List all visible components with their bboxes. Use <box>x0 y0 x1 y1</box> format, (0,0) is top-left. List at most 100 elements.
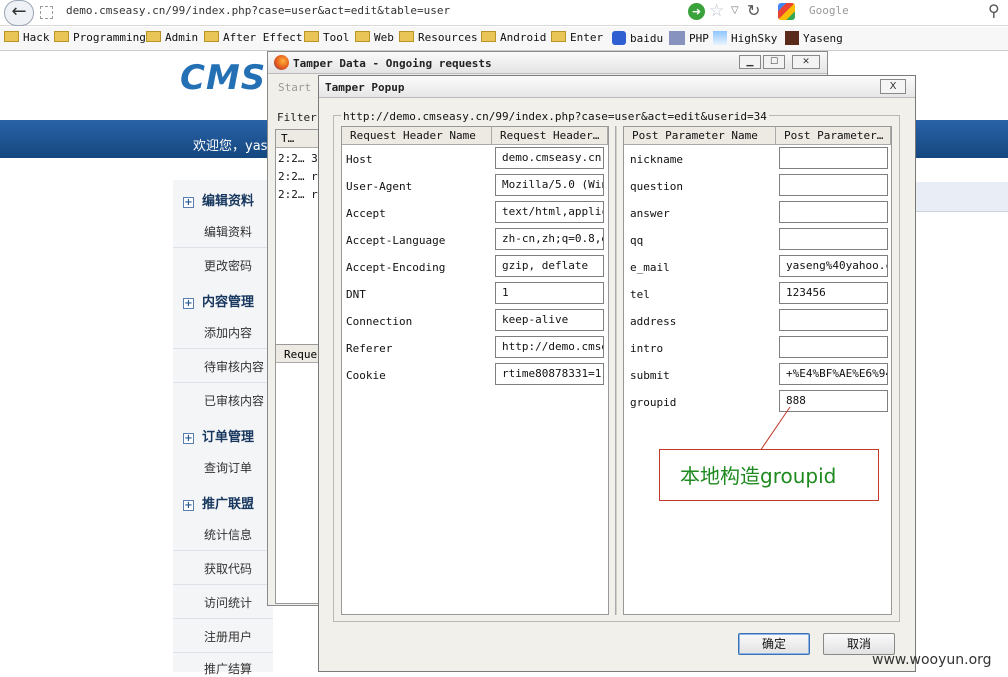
groupid-value-field[interactable]: 888 <box>779 390 888 412</box>
bookmark-folder-resources[interactable]: Resources <box>399 31 478 44</box>
folder-icon <box>355 31 370 42</box>
header-value-field[interactable]: zh-cn,zh;q=0.8,en <box>495 228 604 250</box>
menu-item-add-content[interactable]: 添加内容 <box>204 324 252 341</box>
post-value-column[interactable]: Post Parameter… <box>776 127 891 145</box>
ok-button[interactable]: 确定 <box>738 633 810 655</box>
bookmark-folder-android[interactable]: Android <box>481 31 546 44</box>
tamper-data-titlebar: Tamper Data - Ongoing requests ▁ ☐ ✕ <box>268 52 827 74</box>
request-row[interactable]: 2:2… r <box>278 188 318 201</box>
post-param-value-field[interactable] <box>779 201 888 223</box>
folder-icon <box>481 31 496 42</box>
bookmark-folder-web[interactable]: Web <box>355 31 394 44</box>
header-value-field[interactable]: gzip, deflate <box>495 255 604 277</box>
bookmarks-bar: Hack Programming Admin After Effect Tool… <box>0 27 1008 51</box>
go-arrow-icon[interactable]: ➜ <box>688 3 705 20</box>
header-value-column[interactable]: Request Header… <box>492 127 608 145</box>
google-logo-icon <box>778 3 795 20</box>
header-value-field[interactable]: Mozilla/5.0 (Wind <box>495 174 604 196</box>
bookmark-folder-programming[interactable]: Programming <box>54 31 146 44</box>
menu-item-query-orders[interactable]: 查询订单 <box>204 459 252 476</box>
menu-divider <box>173 550 273 551</box>
panel-splitter[interactable] <box>615 126 617 615</box>
post-param-value-field[interactable] <box>779 336 888 358</box>
menu-item-edit-profile[interactable]: 编辑资料 <box>204 223 252 240</box>
chevron-down-icon[interactable]: ▽ <box>731 5 739 16</box>
post-param-value-field[interactable]: +%E4%BF%AE%E6%94%9 <box>779 363 888 385</box>
menu-divider <box>173 348 273 349</box>
request-row[interactable]: 2:2… 3 <box>278 152 318 165</box>
reload-icon[interactable]: ↻ <box>747 1 760 20</box>
bookmark-folder-admin[interactable]: Admin <box>146 31 198 44</box>
folder-icon <box>54 31 69 42</box>
menu-divider <box>173 247 273 248</box>
back-arrow-icon[interactable]: ← <box>4 0 34 26</box>
bookmark-php[interactable]: PHP <box>669 31 709 45</box>
request-row[interactable]: 2:2… r <box>278 170 318 183</box>
menu-header-edit-profile[interactable]: + 编辑资料 <box>183 190 254 209</box>
folder-icon <box>304 31 319 42</box>
post-param-value-field[interactable] <box>779 309 888 331</box>
request-url: http://demo.cmseasy.cn/99/index.php?case… <box>341 110 769 123</box>
header-name: Accept <box>346 207 386 220</box>
menu-item-settlement[interactable]: 推广结算 <box>204 660 252 677</box>
yaseng-icon <box>785 31 799 45</box>
bookmark-folder-tool[interactable]: Tool <box>304 31 350 44</box>
bookmark-folder-enter[interactable]: Enter <box>551 31 603 44</box>
post-param-value-field[interactable] <box>779 147 888 169</box>
highsky-icon <box>713 31 727 45</box>
bookmark-folder-after-effect[interactable]: After Effect <box>204 31 302 44</box>
menu-header-affiliate[interactable]: + 推广联盟 <box>183 493 254 512</box>
header-value-field[interactable]: text/html,applica <box>495 201 604 223</box>
post-param-value-field[interactable]: yaseng%40yahoo.cn <box>779 255 888 277</box>
post-param-value-field[interactable] <box>779 228 888 250</box>
bookmark-star-icon[interactable]: ☆ <box>709 1 724 21</box>
menu-header-orders[interactable]: + 订单管理 <box>183 426 254 445</box>
maximize-icon[interactable]: ☐ <box>763 55 785 69</box>
search-input[interactable]: Google <box>809 4 849 17</box>
header-name: User-Agent <box>346 180 413 193</box>
menu-item-get-code[interactable]: 获取代码 <box>204 560 252 577</box>
filter-label: Filter <box>277 111 317 124</box>
url-input[interactable]: demo.cmseasy.cn/99/index.php?case=user&a… <box>66 4 450 17</box>
close-icon[interactable]: ✕ <box>792 55 820 69</box>
header-value-field[interactable]: rtime80878331=1; <box>495 363 604 385</box>
bookmark-baidu[interactable]: baidu <box>612 31 663 45</box>
header-value-field[interactable]: demo.cmseasy.cn <box>495 147 604 169</box>
bookmark-folder-hack[interactable]: Hack <box>4 31 50 44</box>
menu-item-change-password[interactable]: 更改密码 <box>204 257 252 274</box>
header-value-field[interactable]: keep-alive <box>495 309 604 331</box>
post-param-name: qq <box>630 234 644 247</box>
menu-divider <box>173 584 273 585</box>
tamper-popup-titlebar: Tamper Popup X <box>319 76 915 98</box>
header-name-column[interactable]: Request Header Name <box>342 127 492 145</box>
search-box[interactable]: Google ⚲ <box>775 1 1008 23</box>
menu-item-pending-content[interactable]: 待审核内容 <box>204 358 264 375</box>
tamper-popup-title: Tamper Popup <box>325 81 405 94</box>
menu-item-statistics[interactable]: 统计信息 <box>204 526 252 543</box>
post-param-name: groupid <box>630 396 677 409</box>
post-param-name: tel <box>630 288 650 301</box>
header-value-field[interactable]: http://demo.cmsea <box>495 336 604 358</box>
firefox-icon <box>274 55 289 70</box>
post-name-column[interactable]: Post Parameter Name <box>624 127 776 145</box>
menu-item-registered-users[interactable]: 注册用户 <box>204 628 252 645</box>
header-name: Cookie <box>346 369 386 382</box>
minimize-icon[interactable]: ▁ <box>739 55 761 69</box>
post-param-value-field[interactable] <box>779 174 888 196</box>
baidu-paw-icon <box>612 31 626 45</box>
tamper-popup-dialog: Tamper Popup X http://demo.cmseasy.cn/99… <box>318 75 916 672</box>
close-icon[interactable]: X <box>880 79 906 94</box>
bookmark-highsky[interactable]: HighSky <box>713 31 777 45</box>
menu-header-content[interactable]: + 内容管理 <box>183 291 254 310</box>
search-icon[interactable]: ⚲ <box>988 1 1000 20</box>
menu-divider <box>173 618 273 619</box>
expand-plus-icon: + <box>183 433 194 444</box>
php-icon <box>669 31 685 45</box>
post-param-value-field[interactable]: 123456 <box>779 282 888 304</box>
bookmark-yaseng[interactable]: Yaseng <box>785 31 843 45</box>
header-value-field[interactable]: 1 <box>495 282 604 304</box>
menu-item-visit-stats[interactable]: 访问统计 <box>204 594 252 611</box>
post-param-name: answer <box>630 207 670 220</box>
menu-item-approved-content[interactable]: 已审核内容 <box>204 392 264 409</box>
post-param-name: submit <box>630 369 670 382</box>
